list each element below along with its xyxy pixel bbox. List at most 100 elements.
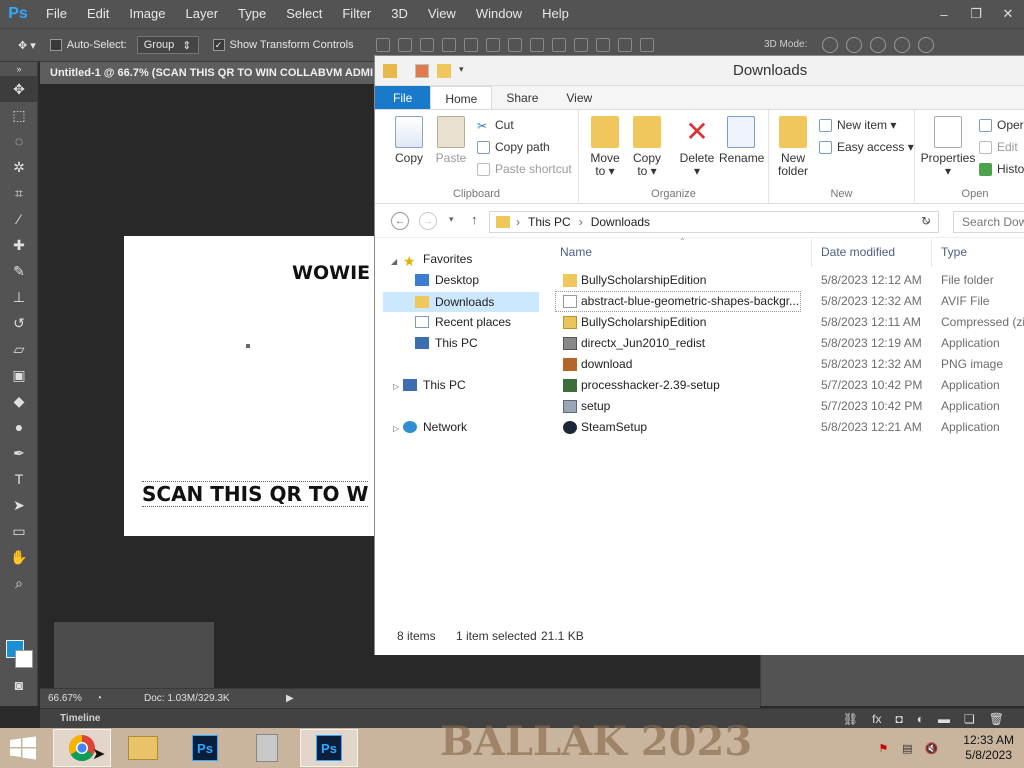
file-row[interactable]: setup 5/7/2023 10:42 PM Application (553, 396, 1024, 417)
menu-view[interactable]: View (418, 0, 466, 28)
zoom-tool-icon[interactable]: ⌕ (0, 570, 38, 596)
taskbar-installer[interactable] (238, 729, 296, 767)
slide-3d-icon[interactable] (894, 37, 910, 53)
tab-view[interactable]: View (552, 86, 606, 109)
paste-button[interactable]: Paste (429, 116, 473, 165)
document-canvas[interactable]: WOWIE SCAN THIS QR TO W (124, 236, 374, 536)
menu-layer[interactable]: Layer (176, 0, 229, 28)
marquee-tool-icon[interactable]: ⬚ (0, 102, 38, 128)
show-transform-checkbox[interactable]: ✓ (212, 39, 225, 51)
refresh-icon[interactable]: ↻ (921, 214, 931, 228)
nav-desktop[interactable]: Desktop (415, 273, 479, 287)
file-row[interactable]: processhacker-2.39-setup 5/7/2023 10:42 … (553, 375, 1024, 396)
distribute-hcenter-icon[interactable] (595, 38, 610, 52)
eyedropper-tool-icon[interactable]: ⁄ (0, 206, 38, 232)
address-box[interactable]: › This PC › Downloads ⌄ (489, 211, 939, 233)
auto-select-dropdown[interactable]: Group ⇕ (136, 36, 199, 54)
rotate-3d-icon[interactable] (822, 37, 838, 53)
paste-shortcut-button[interactable]: Paste shortcut (477, 162, 572, 176)
menu-file[interactable]: File (36, 0, 77, 28)
blur-tool-icon[interactable]: ◆ (0, 388, 38, 414)
timeline-label[interactable]: Timeline (40, 713, 100, 724)
zoom-level[interactable]: 66.67% (40, 693, 90, 704)
quick-access-dropdown-icon[interactable]: ▾ (459, 64, 473, 78)
hand-tool-icon[interactable]: ✋ (0, 544, 38, 570)
menu-window[interactable]: Window (466, 0, 532, 28)
column-header-name[interactable]: Name (560, 245, 592, 259)
status-menu-arrow-icon[interactable]: ▶ (286, 693, 294, 704)
align-top-icon[interactable] (375, 38, 390, 52)
history-brush-tool-icon[interactable]: ↺ (0, 310, 38, 336)
auto-align-icon[interactable] (639, 38, 654, 52)
collapse-caret-icon[interactable]: ▷ (393, 424, 399, 433)
status-info-icon[interactable]: ◔ (96, 693, 102, 704)
tab-file[interactable]: File (375, 86, 431, 109)
taskbar-photoshop-2[interactable]: Ps (300, 729, 358, 767)
brush-tool-icon[interactable]: ✎ (0, 258, 38, 284)
collapse-caret-icon[interactable]: ▷ (393, 382, 399, 391)
move-tool-icon[interactable]: ✥ (0, 76, 38, 102)
copy-path-button[interactable]: Copy path (477, 140, 550, 154)
distribute-right-icon[interactable] (617, 38, 632, 52)
properties-button[interactable]: Properties ▾ (917, 116, 979, 178)
align-bottom-icon[interactable] (419, 38, 434, 52)
adjustment-icon[interactable]: ◐ (917, 712, 924, 726)
breadcrumb-this-pc[interactable]: This PC (528, 215, 571, 229)
align-vcenter-icon[interactable] (397, 38, 412, 52)
distribute-vcenter-icon[interactable] (529, 38, 544, 52)
tab-share[interactable]: Share (492, 86, 552, 109)
document-tab[interactable]: Untitled-1 @ 66.7% (SCAN THIS QR TO WIN … (40, 62, 380, 84)
drag-3d-icon[interactable] (870, 37, 886, 53)
group-folder-icon[interactable]: ▬ (938, 712, 950, 726)
gradient-tool-icon[interactable]: ▣ (0, 362, 38, 388)
file-row-selected[interactable]: abstract-blue-geometric-shapes-backgr...… (553, 291, 1024, 312)
crop-tool-icon[interactable]: ⌗ (0, 180, 38, 206)
align-left-icon[interactable] (441, 38, 456, 52)
close-button[interactable]: ✕ (992, 0, 1024, 28)
align-right-icon[interactable] (485, 38, 500, 52)
windows-start-icon[interactable] (8, 736, 38, 760)
fx-icon[interactable]: fx (872, 712, 881, 726)
lasso-tool-icon[interactable]: ◌ (0, 128, 38, 154)
copy-button[interactable]: Copy (387, 116, 431, 165)
column-header-date[interactable]: Date modified (821, 245, 895, 259)
nav-network[interactable]: Network (403, 420, 467, 434)
expand-caret-icon[interactable]: ◢ (391, 257, 397, 266)
file-row[interactable]: download 5/8/2023 12:32 AM PNG image (553, 354, 1024, 375)
search-input[interactable]: Search Dow (953, 211, 1024, 233)
new-item-button[interactable]: New item ▾ (819, 118, 896, 132)
taskbar-file-explorer[interactable] (114, 729, 172, 767)
up-arrow-icon[interactable]: ↑ (471, 212, 478, 227)
nav-downloads[interactable]: Downloads (383, 292, 539, 312)
nav-this-pc[interactable]: This PC (403, 378, 466, 392)
menu-type[interactable]: Type (228, 0, 276, 28)
explorer-titlebar[interactable]: ▾ Downloads (375, 56, 1024, 86)
distribute-left-icon[interactable] (573, 38, 588, 52)
nav-favorites[interactable]: ★ Favorites (403, 252, 472, 269)
taskbar-photoshop[interactable]: Ps (176, 729, 234, 767)
file-row[interactable]: directx_Jun2010_redist 5/8/2023 12:19 AM… (553, 333, 1024, 354)
background-color-swatch[interactable] (15, 650, 33, 668)
move-to-button[interactable]: Move to ▾ (583, 116, 627, 178)
file-row[interactable]: BullyScholarshipEdition 5/8/2023 12:11 A… (553, 312, 1024, 333)
move-tool-icon[interactable]: ✥ ▾ (18, 39, 36, 52)
new-folder-quick-icon[interactable] (437, 64, 451, 78)
magic-wand-tool-icon[interactable]: ✲ (0, 154, 38, 180)
easy-access-button[interactable]: Easy access ▾ (819, 140, 914, 154)
distribute-bottom-icon[interactable] (551, 38, 566, 52)
nav-this-pc-fav[interactable]: This PC (415, 336, 478, 350)
rename-button[interactable]: Rename (719, 116, 764, 165)
menu-select[interactable]: Select (276, 0, 332, 28)
history-button[interactable]: Histo (979, 162, 1024, 176)
tab-home[interactable]: Home (430, 86, 493, 109)
volume-muted-icon[interactable]: 🔇 (923, 741, 939, 755)
link-layers-icon[interactable]: ⛓ (843, 712, 858, 726)
eraser-tool-icon[interactable]: ▱ (0, 336, 38, 362)
network-tray-icon[interactable]: ▤ (899, 741, 915, 755)
pen-tool-icon[interactable]: ✒ (0, 440, 38, 466)
rectangle-tool-icon[interactable]: ▭ (0, 518, 38, 544)
type-tool-icon[interactable]: T (0, 466, 38, 492)
column-separator[interactable] (931, 239, 932, 267)
action-center-flag-icon[interactable]: ⚑ (875, 741, 891, 755)
menu-3d[interactable]: 3D (381, 0, 418, 28)
